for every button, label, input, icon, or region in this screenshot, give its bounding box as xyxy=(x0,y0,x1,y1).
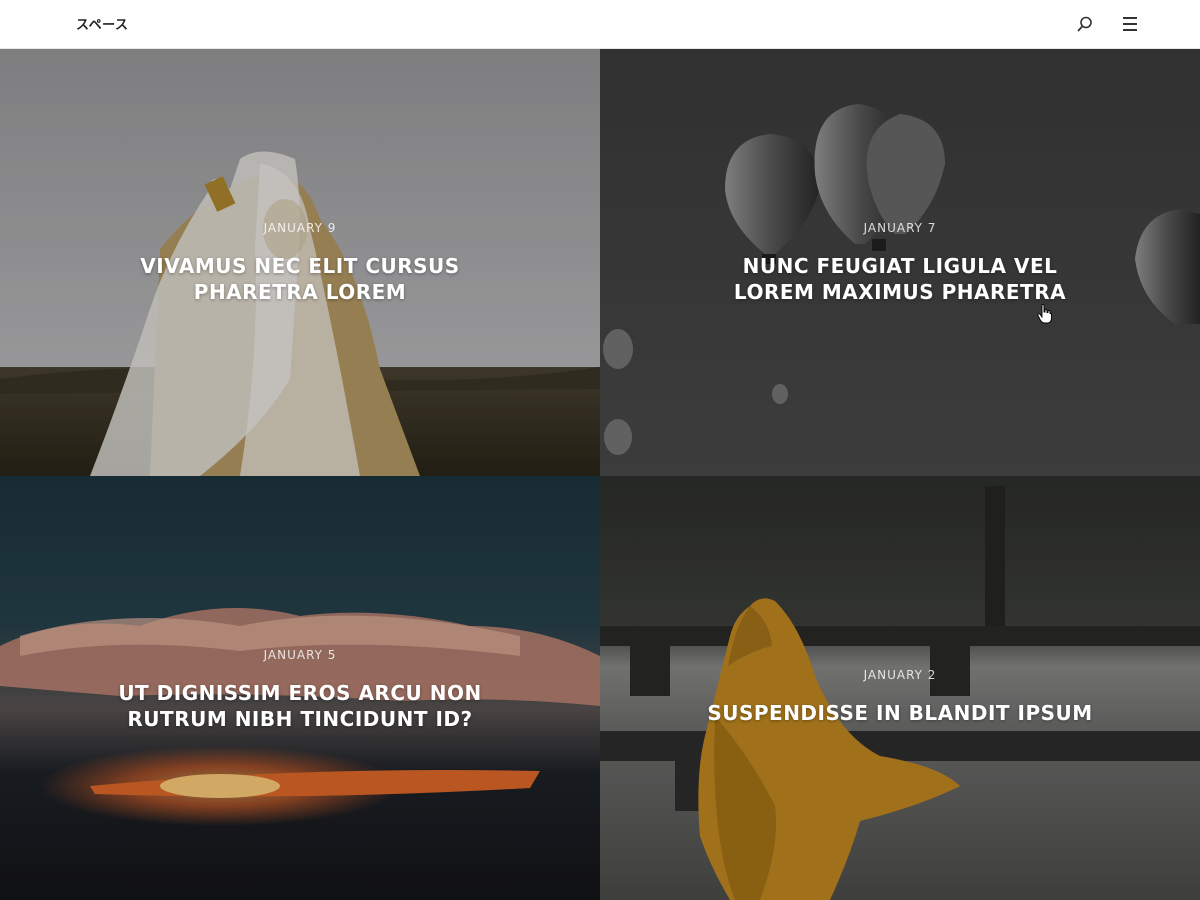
post-card-1[interactable]: JANUARY 9 VIVAMUS NEC ELIT CURSUS PHARET… xyxy=(0,49,600,476)
post-date: JANUARY 2 xyxy=(863,668,937,682)
menu-button[interactable] xyxy=(1116,10,1144,38)
post-title[interactable]: VIVAMUS NEC ELIT CURSUS PHARETRA LOREM xyxy=(0,253,600,305)
post-card-2[interactable]: JANUARY 7 NUNC FEUGIAT LIGULA VEL LOREM … xyxy=(600,49,1200,476)
post-title[interactable]: UT DIGNISSIM EROS ARCU NON RUTRUM NIBH T… xyxy=(0,680,600,732)
post-text: JANUARY 9 VIVAMUS NEC ELIT CURSUS PHARET… xyxy=(0,221,600,305)
post-title[interactable]: NUNC FEUGIAT LIGULA VEL LOREM MAXIMUS PH… xyxy=(600,253,1200,305)
site-title[interactable]: スペース xyxy=(76,14,128,33)
hamburger-menu-icon xyxy=(1123,17,1137,31)
hand-pointer-cursor-icon xyxy=(1037,304,1052,324)
post-date: JANUARY 9 xyxy=(263,221,337,235)
post-card-4[interactable]: JANUARY 2 SUSPENDISSE IN BLANDIT IPSUM xyxy=(600,476,1200,900)
post-text: JANUARY 5 UT DIGNISSIM EROS ARCU NON RUT… xyxy=(0,648,600,732)
post-text: JANUARY 2 SUSPENDISSE IN BLANDIT IPSUM xyxy=(600,668,1200,726)
search-icon xyxy=(1077,16,1092,32)
post-date: JANUARY 5 xyxy=(263,648,337,662)
post-date: JANUARY 7 xyxy=(863,221,937,235)
site-header: スペース xyxy=(0,0,1200,49)
post-text: JANUARY 7 NUNC FEUGIAT LIGULA VEL LOREM … xyxy=(600,221,1200,305)
post-title[interactable]: SUSPENDISSE IN BLANDIT IPSUM xyxy=(600,700,1200,726)
search-button[interactable] xyxy=(1071,10,1099,38)
post-grid: JANUARY 9 VIVAMUS NEC ELIT CURSUS PHARET… xyxy=(0,49,1200,900)
post-card-3[interactable]: JANUARY 5 UT DIGNISSIM EROS ARCU NON RUT… xyxy=(0,476,600,900)
